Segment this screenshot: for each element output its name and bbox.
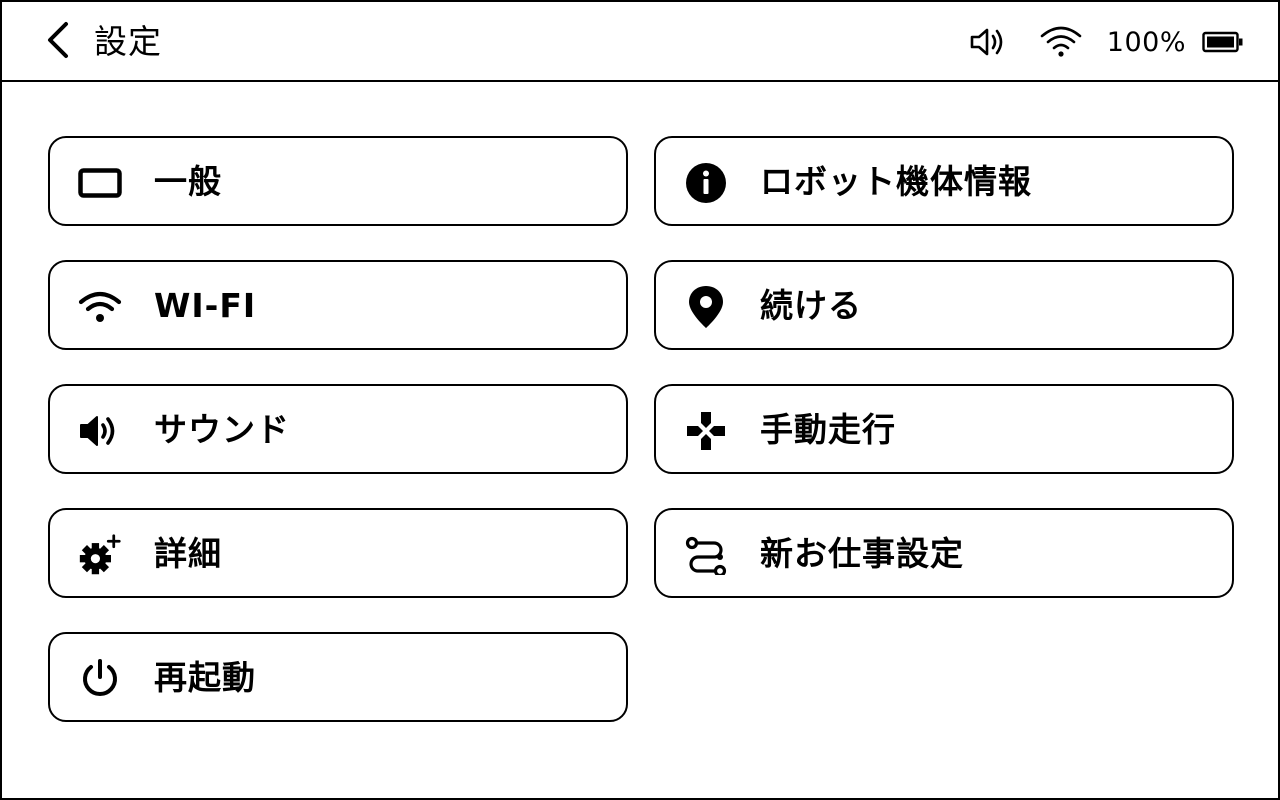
battery-percentage: 100% [1106, 26, 1186, 58]
location-pin-icon [684, 285, 728, 329]
power-icon [78, 657, 122, 701]
gear-plus-icon [78, 533, 122, 577]
menu-button-general[interactable]: 一般 [48, 136, 628, 226]
page-title: 設定 [94, 22, 162, 61]
menu-label: WI-FI [154, 286, 257, 325]
header-bar: 設定 100% [2, 2, 1278, 82]
rectangle-icon [78, 161, 122, 205]
back-button[interactable] [38, 20, 78, 64]
wifi-icon [1039, 23, 1083, 61]
menu-button-restart[interactable]: 再起動 [48, 632, 628, 722]
menu-button-continue[interactable]: 続ける [654, 260, 1234, 350]
menu-label: 手動走行 [760, 410, 896, 449]
dpad-icon [684, 409, 728, 453]
settings-screen: 設定 100% 一般 WI-FI サウンド 詳細 再起動 ロボット機体情報 続け… [0, 0, 1280, 800]
menu-label: 一般 [154, 162, 222, 201]
wifi-icon [78, 285, 122, 329]
menu-label: 詳細 [154, 534, 222, 573]
battery-icon [1202, 30, 1244, 54]
status-bar: 100% [969, 22, 1244, 62]
menu-button-new-job-settings[interactable]: 新お仕事設定 [654, 508, 1234, 598]
speaker-icon [78, 409, 122, 453]
chevron-left-icon [44, 20, 72, 64]
menu-label: 続ける [760, 286, 862, 325]
menu-button-details[interactable]: 詳細 [48, 508, 628, 598]
menu-label: 再起動 [154, 658, 256, 697]
menu-button-robot-info[interactable]: ロボット機体情報 [654, 136, 1234, 226]
volume-icon [969, 23, 1007, 61]
info-icon [684, 161, 728, 205]
menu-button-manual-drive[interactable]: 手動走行 [654, 384, 1234, 474]
menu-label: ロボット機体情報 [760, 162, 1032, 201]
route-icon [684, 533, 728, 577]
menu-label: 新お仕事設定 [760, 534, 964, 573]
menu-button-wifi[interactable]: WI-FI [48, 260, 628, 350]
menu-button-sound[interactable]: サウンド [48, 384, 628, 474]
menu-label: サウンド [154, 410, 290, 449]
